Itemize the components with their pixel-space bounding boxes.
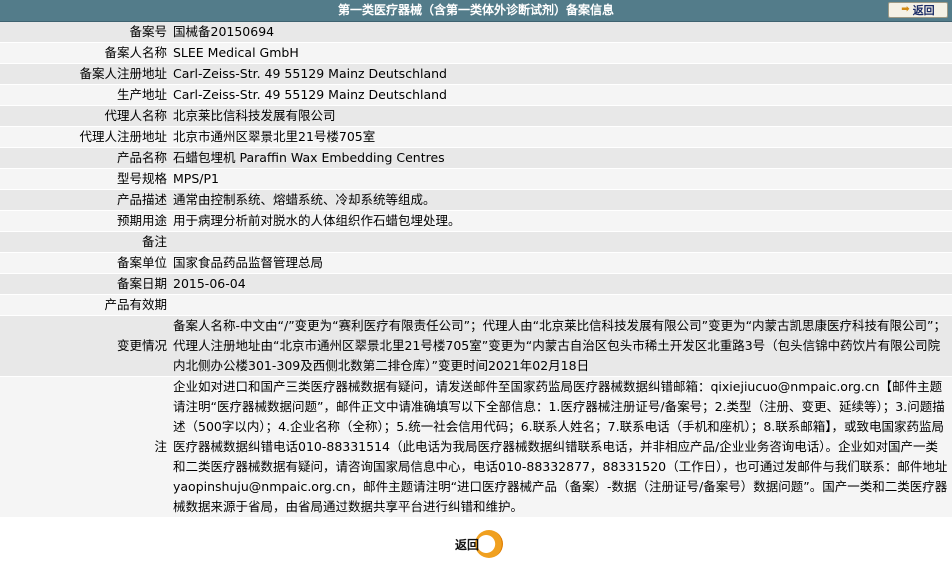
- label-filer-name: 备案人名称: [0, 42, 170, 64]
- value-validity: [170, 294, 952, 316]
- row-agent-address: 代理人注册地址 北京市通州区翠景北里21号楼705室: [0, 126, 952, 148]
- label-intended-use: 预期用途: [0, 210, 170, 232]
- value-model: MPS/P1: [170, 168, 952, 190]
- value-notes: 企业如对进口和国产三类医疗器械数据有疑问，请发送邮件至国家药监局医疗器械数据纠错…: [170, 376, 952, 518]
- record-page: 第一类医疗器械（含第一类体外诊断试剂）备案信息 ➡ 返回 备案号 国械备2015…: [0, 0, 952, 564]
- label-validity: 产品有效期: [0, 294, 170, 316]
- title-bar: 第一类医疗器械（含第一类体外诊断试剂）备案信息 ➡ 返回: [0, 0, 952, 22]
- label-description: 产品描述: [0, 189, 170, 211]
- value-agent-name: 北京莱比信科技发展有限公司: [170, 105, 952, 127]
- row-filer-name: 备案人名称 SLEE Medical GmbH: [0, 42, 952, 64]
- label-model: 型号规格: [0, 168, 170, 190]
- value-filer-name: SLEE Medical GmbH: [170, 42, 952, 64]
- value-filing-date: 2015-06-04: [170, 273, 952, 295]
- row-agent-name: 代理人名称 北京莱比信科技发展有限公司: [0, 105, 952, 127]
- label-record-number: 备案号: [0, 22, 170, 43]
- row-filing-date: 备案日期 2015-06-04: [0, 273, 952, 295]
- row-notes: 注 企业如对进口和国产三类医疗器械数据有疑问，请发送邮件至国家药监局医疗器械数据…: [0, 376, 952, 518]
- row-filer-address: 备案人注册地址 Carl-Zeiss-Str. 49 55129 Mainz D…: [0, 63, 952, 85]
- row-remarks: 备注: [0, 231, 952, 253]
- value-agent-address: 北京市通州区翠景北里21号楼705室: [170, 126, 952, 148]
- value-remarks: [170, 231, 952, 253]
- row-changes: 变更情况 备案人名称-中文由“/”变更为“赛利医疗有限责任公司”；代理人由“北京…: [0, 315, 952, 377]
- value-production-address: Carl-Zeiss-Str. 49 55129 Mainz Deutschla…: [170, 84, 952, 106]
- circle-arrow-icon: [475, 529, 503, 558]
- footer: 返回: [0, 525, 952, 564]
- row-record-number: 备案号 国械备20150694: [0, 22, 952, 43]
- label-product-name: 产品名称: [0, 147, 170, 169]
- label-notes: 注: [0, 376, 170, 518]
- row-product-name: 产品名称 石蜡包埋机 Paraffin Wax Embedding Centre…: [0, 147, 952, 169]
- label-filing-unit: 备案单位: [0, 252, 170, 274]
- row-validity: 产品有效期: [0, 294, 952, 316]
- value-filer-address: Carl-Zeiss-Str. 49 55129 Mainz Deutschla…: [170, 63, 952, 85]
- value-product-name: 石蜡包埋机 Paraffin Wax Embedding Centres: [170, 147, 952, 169]
- record-table: 备案号 国械备20150694 备案人名称 SLEE Medical GmbH …: [0, 22, 952, 518]
- value-record-number: 国械备20150694: [170, 22, 952, 43]
- label-filer-address: 备案人注册地址: [0, 63, 170, 85]
- back-label-top: 返回: [912, 4, 935, 17]
- row-description: 产品描述 通常由控制系统、熔蜡系统、冷却系统等组成。: [0, 189, 952, 211]
- value-changes: 备案人名称-中文由“/”变更为“赛利医疗有限责任公司”；代理人由“北京莱比信科技…: [170, 315, 952, 377]
- value-intended-use: 用于病理分析前对脱水的人体组织作石蜡包埋处理。: [170, 210, 952, 232]
- back-button-bottom[interactable]: 返回: [453, 529, 503, 558]
- back-label-bottom: 返回: [455, 538, 480, 552]
- label-agent-address: 代理人注册地址: [0, 126, 170, 148]
- value-description: 通常由控制系统、熔蜡系统、冷却系统等组成。: [170, 189, 952, 211]
- label-changes: 变更情况: [0, 315, 170, 377]
- row-filing-unit: 备案单位 国家食品药品监督管理总局: [0, 252, 952, 274]
- label-filing-date: 备案日期: [0, 273, 170, 295]
- row-intended-use: 预期用途 用于病理分析前对脱水的人体组织作石蜡包埋处理。: [0, 210, 952, 232]
- page-title: 第一类医疗器械（含第一类体外诊断试剂）备案信息: [337, 3, 614, 17]
- row-production-address: 生产地址 Carl-Zeiss-Str. 49 55129 Mainz Deut…: [0, 84, 952, 106]
- value-filing-unit: 国家食品药品监督管理总局: [170, 252, 952, 274]
- back-button-top[interactable]: ➡ 返回: [888, 2, 948, 18]
- label-production-address: 生产地址: [0, 84, 170, 106]
- arrow-right-icon: ➡: [901, 4, 910, 15]
- label-remarks: 备注: [0, 231, 170, 253]
- row-model: 型号规格 MPS/P1: [0, 168, 952, 190]
- label-agent-name: 代理人名称: [0, 105, 170, 127]
